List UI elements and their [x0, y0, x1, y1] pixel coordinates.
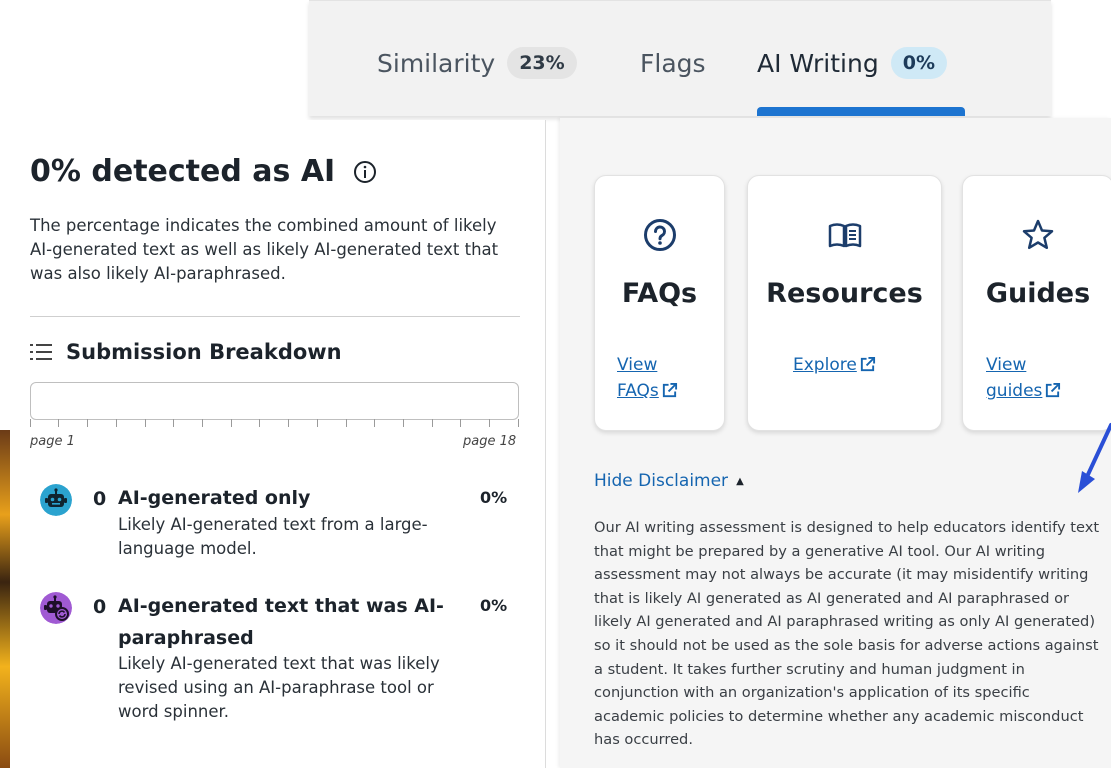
category-name: AI-generated only	[118, 487, 311, 509]
tab-ai-writing-label: AI Writing	[757, 48, 879, 78]
tab-flags[interactable]: Flags	[640, 43, 706, 83]
view-guides-link[interactable]: View guides	[986, 352, 1076, 404]
category-percent: 0%	[480, 488, 508, 507]
category-percent: 0%	[480, 596, 508, 615]
ai-writing-score-badge: 0%	[890, 47, 947, 79]
explore-link[interactable]: Explore	[793, 352, 903, 378]
page-distribution-bar[interactable]	[30, 382, 519, 420]
ai-detection-panel: 0% detected as AI The percentage indicat…	[10, 120, 546, 768]
view-faqs-link[interactable]: View FAQs	[617, 352, 697, 404]
similarity-score-badge: 23%	[507, 47, 577, 79]
report-tab-bar: Similarity 23% Flags AI Writing 0%	[309, 0, 1051, 116]
external-link-icon	[860, 356, 875, 372]
external-link-icon	[1046, 382, 1061, 398]
view-guides-label: View guides	[986, 355, 1043, 401]
caret-up-icon: ▲	[736, 476, 744, 487]
ai-detection-title: 0% detected as AI	[30, 154, 336, 189]
resources-title: Resources	[766, 278, 923, 309]
page-ticks	[30, 419, 519, 431]
hide-disclaimer-label: Hide Disclaimer	[594, 471, 729, 491]
background-artwork	[0, 430, 10, 768]
view-faqs-label: View FAQs	[617, 355, 659, 401]
list-icon	[30, 344, 52, 360]
category-count: 0	[93, 488, 107, 510]
submission-breakdown-title: Submission Breakdown	[66, 340, 342, 364]
robot-icon	[40, 484, 72, 516]
guides-card: Guides View guides	[962, 175, 1111, 431]
explore-label: Explore	[793, 355, 857, 375]
tab-flags-label: Flags	[640, 48, 706, 78]
category-name: AI-generated text that was AI-paraphrase…	[118, 595, 444, 649]
tab-similarity[interactable]: Similarity 23%	[377, 43, 577, 83]
divider	[30, 316, 520, 317]
ai-detection-heading: 0% detected as AI	[30, 154, 377, 189]
resources-card: Resources Explore	[747, 175, 942, 431]
tab-ai-writing[interactable]: AI Writing 0%	[757, 43, 947, 83]
guides-title: Guides	[985, 278, 1091, 309]
tab-similarity-label: Similarity	[377, 48, 496, 78]
ai-detection-description: The percentage indicates the combined am…	[30, 216, 499, 283]
book-icon	[828, 223, 861, 248]
category-description: Likely AI-generated text from a large-la…	[118, 515, 428, 558]
question-circle-icon	[643, 219, 676, 251]
page-start-label: page 1	[30, 434, 75, 449]
submission-breakdown-header: Submission Breakdown	[30, 340, 342, 364]
star-icon	[1022, 219, 1054, 250]
category-description: Likely AI-generated text that was likely…	[118, 654, 440, 721]
category-count: 0	[93, 596, 107, 618]
active-tab-indicator	[757, 107, 965, 116]
hide-disclaimer-toggle[interactable]: Hide Disclaimer ▲	[594, 471, 744, 491]
external-link-icon	[662, 382, 677, 398]
faqs-card: FAQs View FAQs	[594, 175, 725, 431]
faqs-title: FAQs	[621, 278, 698, 309]
robot-paraphrase-icon	[40, 592, 72, 624]
resources-panel: FAQs View FAQs Resources Explore Guides …	[560, 118, 1111, 768]
disclaimer-text: Our AI writing assessment is designed to…	[594, 519, 1100, 749]
annotation-arrow-icon	[1078, 423, 1111, 493]
info-icon[interactable]	[353, 160, 377, 184]
page-end-label: page 18	[463, 434, 517, 449]
